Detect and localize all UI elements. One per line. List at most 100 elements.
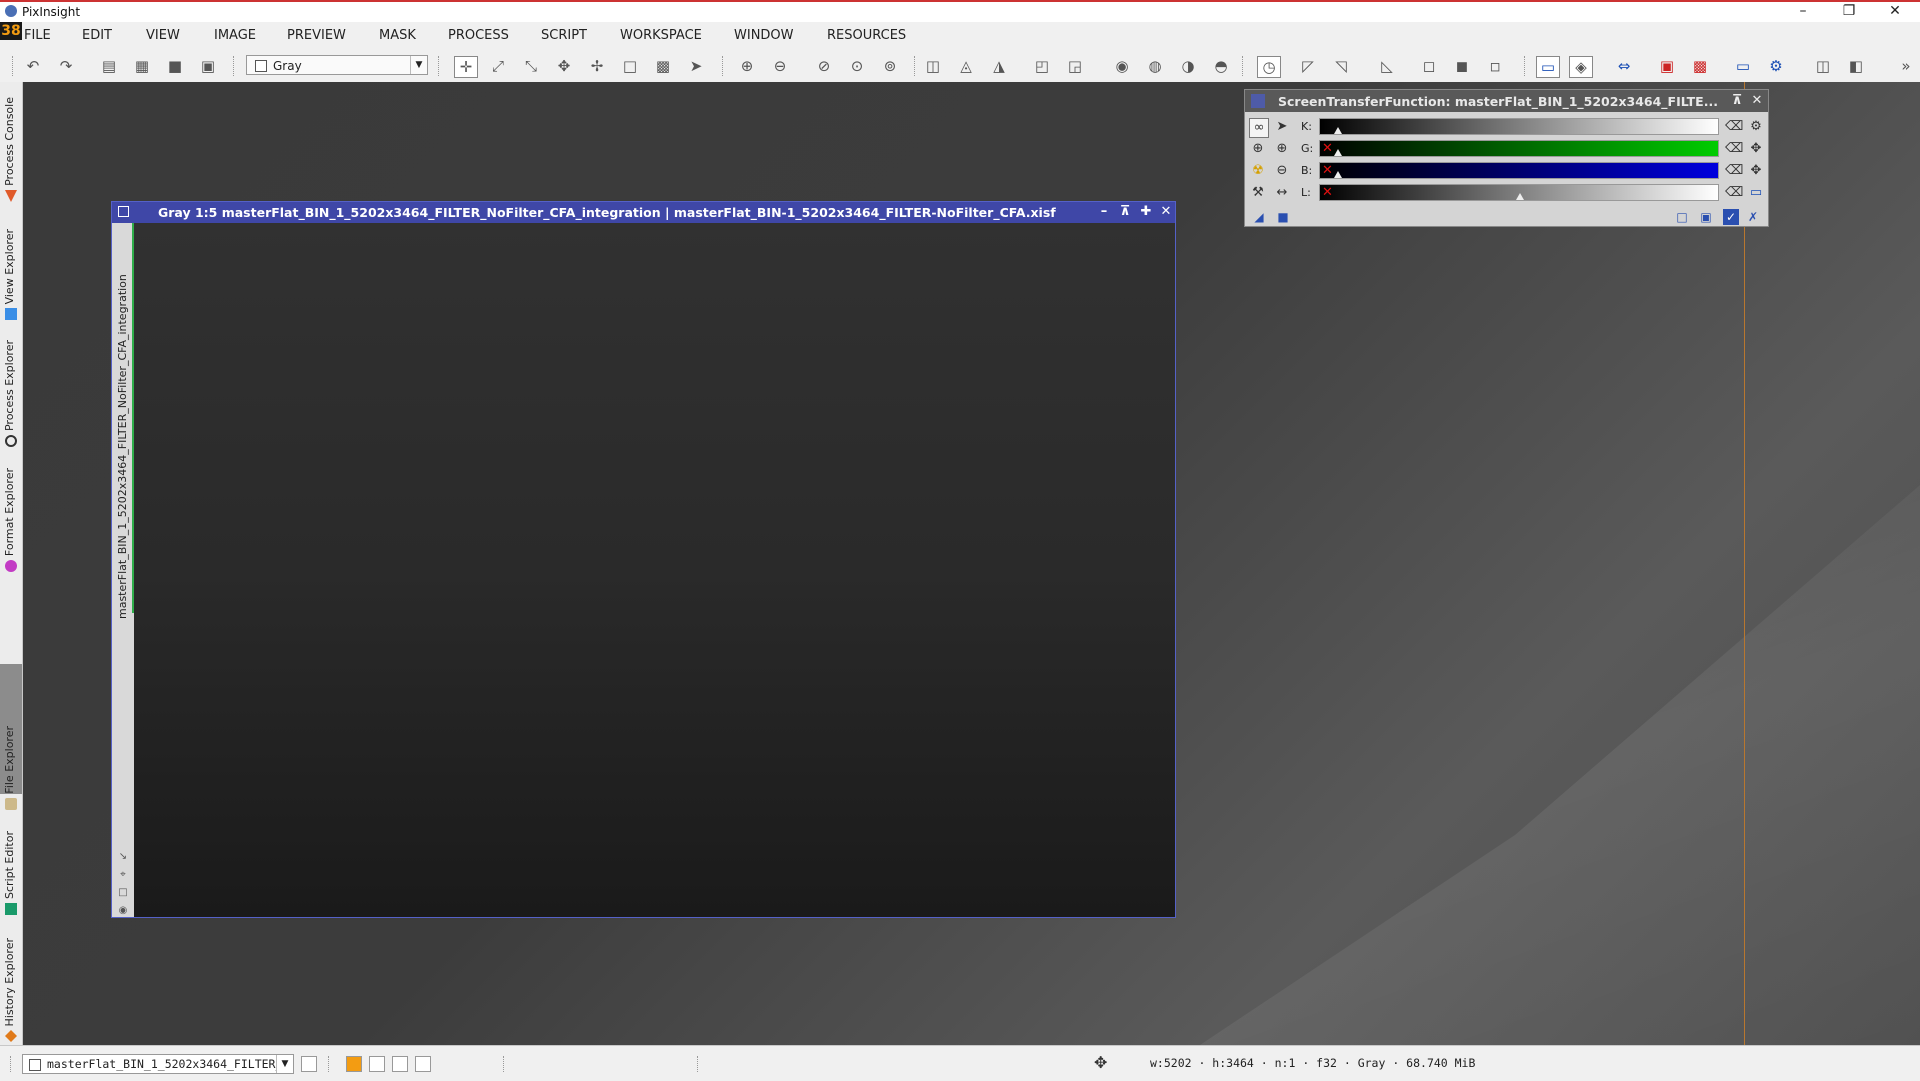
zoom-fit-window-icon[interactable]: ⊙: [846, 56, 868, 76]
pan-mode-icon[interactable]: ✥: [553, 56, 575, 76]
close-icon[interactable]: ✕: [1157, 203, 1175, 221]
status-view-selector[interactable]: masterFlat_BIN_1_5202x3464_FILTER_NoFilt…: [22, 1054, 294, 1074]
menu-file[interactable]: FILE: [24, 28, 51, 43]
tab-file-explorer[interactable]: File Explorer: [0, 712, 22, 812]
mask-enable-icon[interactable]: ◸: [1297, 56, 1319, 76]
menu-image[interactable]: IMAGE: [214, 28, 256, 43]
menu-script[interactable]: SCRIPT: [541, 28, 587, 43]
zoom-fit-icon[interactable]: ⤡: [520, 56, 542, 76]
new-image-icon[interactable]: ◉: [1111, 56, 1133, 76]
menu-process[interactable]: PROCESS: [448, 28, 509, 43]
tab-history-explorer[interactable]: History Explorer: [0, 922, 22, 1044]
tab-process-console[interactable]: Process Console: [0, 84, 22, 204]
mask-invert-icon[interactable]: ◹: [1330, 56, 1352, 76]
undo-all-icon[interactable]: ▤: [98, 56, 120, 76]
tab-process-explorer[interactable]: Process Explorer: [0, 327, 22, 449]
wrench-icon[interactable]: ⚒: [1249, 184, 1267, 202]
midtone-handle[interactable]: [1334, 149, 1342, 156]
maximize-icon[interactable]: ✚: [1137, 203, 1155, 221]
shrink-icon[interactable]: ↘: [117, 851, 129, 863]
close-window-button[interactable]: ✕: [1872, 2, 1918, 22]
stf-panel[interactable]: ScreenTransferFunction: masterFlat_BIN_1…: [1244, 89, 1769, 227]
browse-documentation-icon[interactable]: □: [1674, 209, 1690, 225]
apply-check-icon[interactable]: ✓: [1723, 209, 1739, 225]
stf-b-slider[interactable]: ✕: [1319, 162, 1719, 179]
preview-delete-icon[interactable]: ◼: [1451, 56, 1473, 76]
toolbar-grip[interactable]: [12, 56, 15, 76]
image-canvas[interactable]: [134, 223, 1175, 917]
reset-channel-icon[interactable]: ⌫: [1725, 162, 1743, 180]
stf-auto-icon[interactable]: ◈: [1569, 56, 1593, 78]
apply-global-icon[interactable]: ■: [1275, 209, 1291, 225]
color-sample-button[interactable]: [392, 1056, 408, 1072]
auto-stretch-icon[interactable]: ⚙: [1747, 118, 1765, 136]
cross-icon[interactable]: ✥: [1747, 162, 1765, 180]
stf-reset-all-icon[interactable]: ▩: [1689, 56, 1711, 76]
redo-icon[interactable]: ↷: [55, 56, 77, 76]
redo-all-icon[interactable]: ▦: [131, 56, 153, 76]
horizontal-arrows-icon[interactable]: ↔: [1273, 184, 1291, 202]
radiation-icon[interactable]: ☢: [1249, 162, 1267, 180]
reset-icon[interactable]: ▣: [1698, 209, 1714, 225]
image-geometry-icon[interactable]: ◍: [1144, 56, 1166, 76]
menu-preview[interactable]: PREVIEW: [287, 28, 346, 43]
main-view-tab[interactable]: masterFlat_BIN_1_5202x3464_FILTER_NoFilt…: [116, 239, 129, 619]
stf-display-icon[interactable]: ▭: [1536, 56, 1560, 78]
display-channel-icon[interactable]: ▭: [1732, 56, 1754, 76]
menu-edit[interactable]: EDIT: [82, 28, 112, 43]
shade-icon[interactable]: ⊼: [1116, 203, 1134, 221]
view-selector-dropdown[interactable]: Gray ▼: [246, 55, 428, 75]
fit-window-icon[interactable]: ◫: [922, 56, 944, 76]
reset-channel-icon[interactable]: ⌫: [1725, 184, 1743, 202]
stf-link-icon[interactable]: ⇔: [1613, 56, 1635, 76]
move-mode-icon[interactable]: ✢: [586, 56, 608, 76]
zoom-out-icon[interactable]: ⊖: [769, 56, 791, 76]
zoom-in-alt-icon[interactable]: ⊕: [1273, 140, 1291, 158]
midtone-handle[interactable]: [1334, 171, 1342, 178]
view-info-button[interactable]: [301, 1056, 317, 1072]
monitor-icon[interactable]: ▭: [1747, 184, 1765, 202]
color-sample-button[interactable]: [369, 1056, 385, 1072]
restore-size-icon[interactable]: ◰: [1031, 56, 1053, 76]
select-mode-icon[interactable]: ➤: [685, 56, 707, 76]
stf-l-slider[interactable]: ✕: [1319, 184, 1719, 201]
zoom-in-icon[interactable]: ⊕: [1249, 140, 1267, 158]
panel-toggle-icon[interactable]: ◧: [1845, 56, 1867, 76]
midtone-handle[interactable]: [1334, 127, 1342, 134]
maximize-view-icon[interactable]: ◲: [1064, 56, 1086, 76]
cancel-icon[interactable]: ✗: [1745, 209, 1761, 225]
stf-reset-icon[interactable]: ▣: [1656, 56, 1678, 76]
zoom-in-icon[interactable]: ⊕: [736, 56, 758, 76]
color-sample-button[interactable]: [346, 1056, 362, 1072]
tab-format-explorer[interactable]: Format Explorer: [0, 454, 22, 574]
new-instance-icon[interactable]: ◢: [1251, 209, 1267, 225]
shade-icon[interactable]: ⊼: [1729, 92, 1745, 110]
toolbar-overflow-icon[interactable]: »: [1895, 56, 1917, 76]
menu-view[interactable]: VIEW: [146, 28, 180, 43]
undo-icon[interactable]: ↶: [22, 56, 44, 76]
menu-mask[interactable]: MASK: [379, 28, 416, 43]
new-preview-icon[interactable]: □: [619, 56, 641, 76]
zoom-optimal-icon[interactable]: ⊚: [879, 56, 901, 76]
preview-store-icon[interactable]: ◽: [1484, 56, 1506, 76]
menu-workspace[interactable]: WORKSPACE: [620, 28, 702, 43]
restore-window-button[interactable]: ❐: [1826, 2, 1872, 22]
image-window-title-bar[interactable]: Gray 1:5 masterFlat_BIN_1_5202x3464_FILT…: [112, 202, 1175, 223]
crosshair-icon[interactable]: ✥: [1094, 1053, 1107, 1072]
mask-remove-icon[interactable]: ◺: [1376, 56, 1398, 76]
color-sample-button[interactable]: [415, 1056, 431, 1072]
image-extract-icon[interactable]: ◓: [1210, 56, 1232, 76]
link-channels-icon[interactable]: ∞: [1249, 118, 1269, 138]
menu-window[interactable]: WINDOW: [734, 28, 794, 43]
image-duplicate-icon[interactable]: ◑: [1177, 56, 1199, 76]
copy-icon[interactable]: □: [117, 887, 129, 899]
midtone-handle[interactable]: [1516, 193, 1524, 200]
reset-channel-icon[interactable]: ⌫: [1725, 140, 1743, 158]
mask-show-icon[interactable]: ◷: [1257, 56, 1281, 78]
notification-badge[interactable]: 38: [0, 22, 22, 40]
display-alpha-icon[interactable]: ⚙: [1765, 56, 1787, 76]
resize-window-icon[interactable]: ◮: [988, 56, 1010, 76]
stf-g-slider[interactable]: ✕: [1319, 140, 1719, 157]
minimize-window-button[interactable]: –: [1780, 2, 1826, 22]
window-menu-icon[interactable]: [118, 206, 129, 217]
